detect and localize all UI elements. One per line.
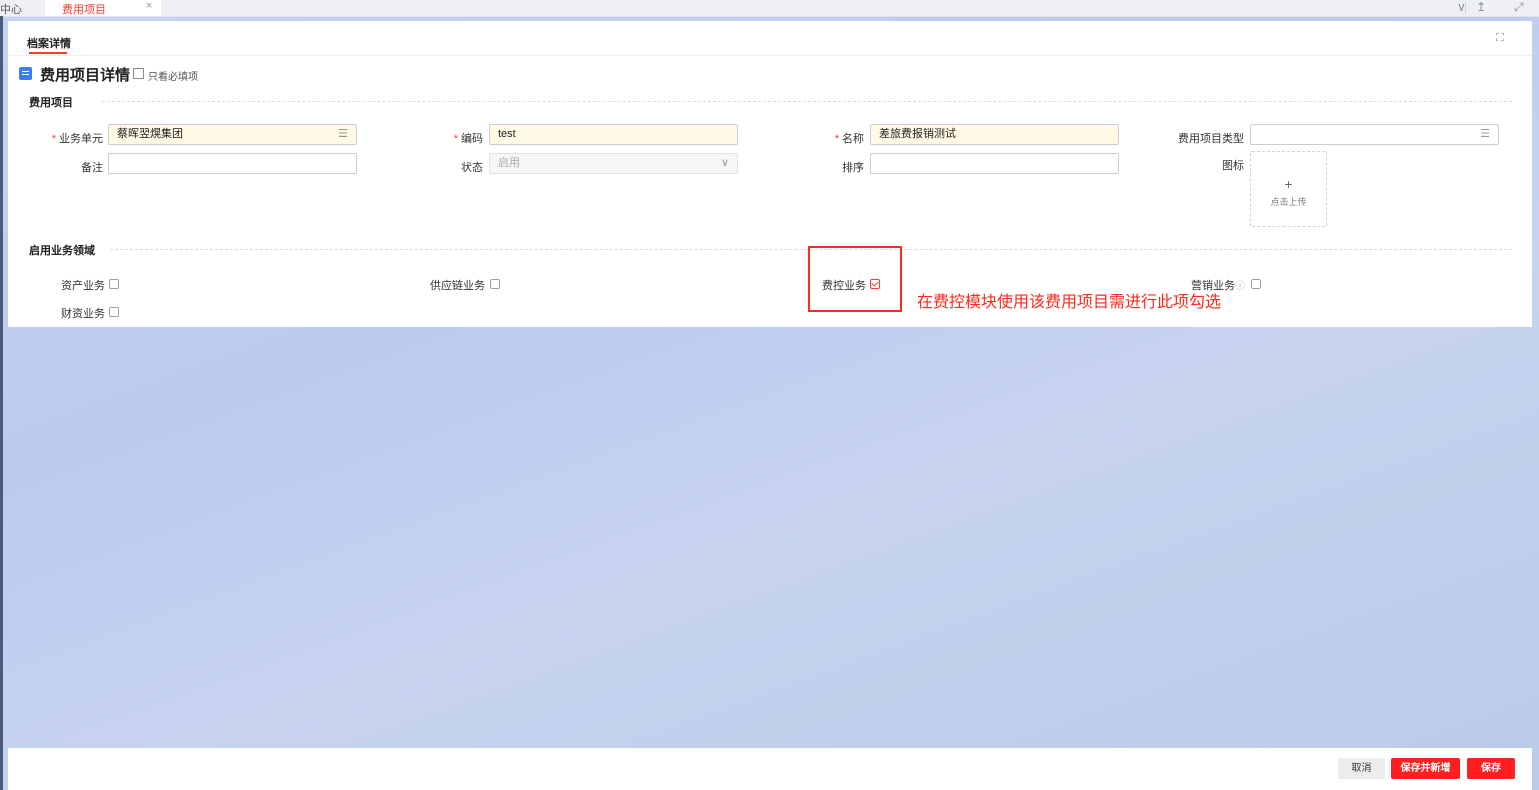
save-and-new-button[interactable]: 保存并新增 — [1391, 758, 1460, 779]
business-unit-field[interactable]: 蔡晖翌熀集团 ☰ — [108, 124, 357, 145]
remark-label: 备注 — [81, 162, 103, 174]
finance-business-label: 财资业务 — [61, 308, 105, 320]
required-only-label: 只看必填项 — [148, 72, 198, 83]
section-title-domain: 启用业务领域 — [29, 245, 95, 257]
page-title: 费用项目详情 — [40, 67, 131, 84]
item-type-label: 费用项目类型 — [1178, 133, 1244, 145]
header-divider — [8, 55, 1532, 56]
save-button[interactable]: 保存 — [1467, 758, 1515, 779]
finance-business-checkbox[interactable] — [109, 307, 119, 317]
tab-bar — [0, 0, 1539, 17]
annotation-text: 在费控模块使用该费用项目需进行此项勾选 — [917, 294, 1222, 311]
code-label: * 编码 — [453, 133, 483, 145]
icon-upload-button[interactable]: + 点击上传 — [1250, 151, 1327, 227]
code-field[interactable]: test — [489, 124, 738, 145]
icon-label: 图标 — [1222, 160, 1244, 172]
status-select[interactable]: 启用 ∨ — [489, 153, 738, 174]
name-label: * 名称 — [834, 133, 864, 145]
subtab-underline — [29, 52, 67, 54]
name-field[interactable]: 差旅费报销测试 — [870, 124, 1119, 145]
section-divider — [102, 101, 1512, 102]
help-icon[interactable]: ⓘ — [1235, 277, 1245, 292]
marketing-checkbox[interactable] — [1251, 279, 1261, 289]
list-icon[interactable]: ☰ — [338, 129, 348, 140]
close-icon[interactable]: × — [146, 0, 152, 12]
remark-field[interactable] — [108, 153, 357, 174]
toolbar-divider — [1465, 2, 1466, 14]
asset-business-checkbox[interactable] — [109, 279, 119, 289]
subtab-archive-detail[interactable]: 档案详情 — [27, 35, 71, 51]
plus-icon: + — [1284, 176, 1293, 192]
item-type-field[interactable]: ☰ — [1250, 124, 1499, 145]
asset-business-label: 资产业务 — [61, 280, 105, 292]
business-unit-label: * 业务单元 — [51, 133, 103, 145]
sort-field[interactable] — [870, 153, 1119, 174]
section-title-basic: 费用项目 — [29, 97, 73, 109]
required-only-checkbox[interactable] — [133, 68, 144, 79]
expand-icon[interactable]: ⤢ — [1514, 0, 1524, 15]
footer-bar — [8, 748, 1532, 790]
upload-icon[interactable]: ↥ — [1476, 0, 1486, 14]
supply-chain-checkbox[interactable] — [490, 279, 500, 289]
tab-previous[interactable]: 中心 — [0, 1, 22, 17]
tab-expense-item[interactable]: 费用项目 × — [45, 0, 161, 16]
tab-label: 费用项目 — [62, 4, 106, 16]
fullscreen-icon[interactable]: ⛶ — [1496, 32, 1504, 45]
chevron-down-icon: ∨ — [720, 157, 729, 169]
upload-text: 点击上传 — [1270, 197, 1307, 207]
status-label: 状态 — [461, 162, 483, 174]
list-icon[interactable]: ☰ — [1480, 129, 1490, 140]
highlight-box — [808, 246, 902, 312]
sort-label: 排序 — [842, 162, 864, 174]
document-icon — [19, 67, 32, 80]
cancel-button[interactable]: 取消 — [1338, 758, 1385, 779]
supply-chain-label: 供应链业务 — [430, 280, 485, 292]
